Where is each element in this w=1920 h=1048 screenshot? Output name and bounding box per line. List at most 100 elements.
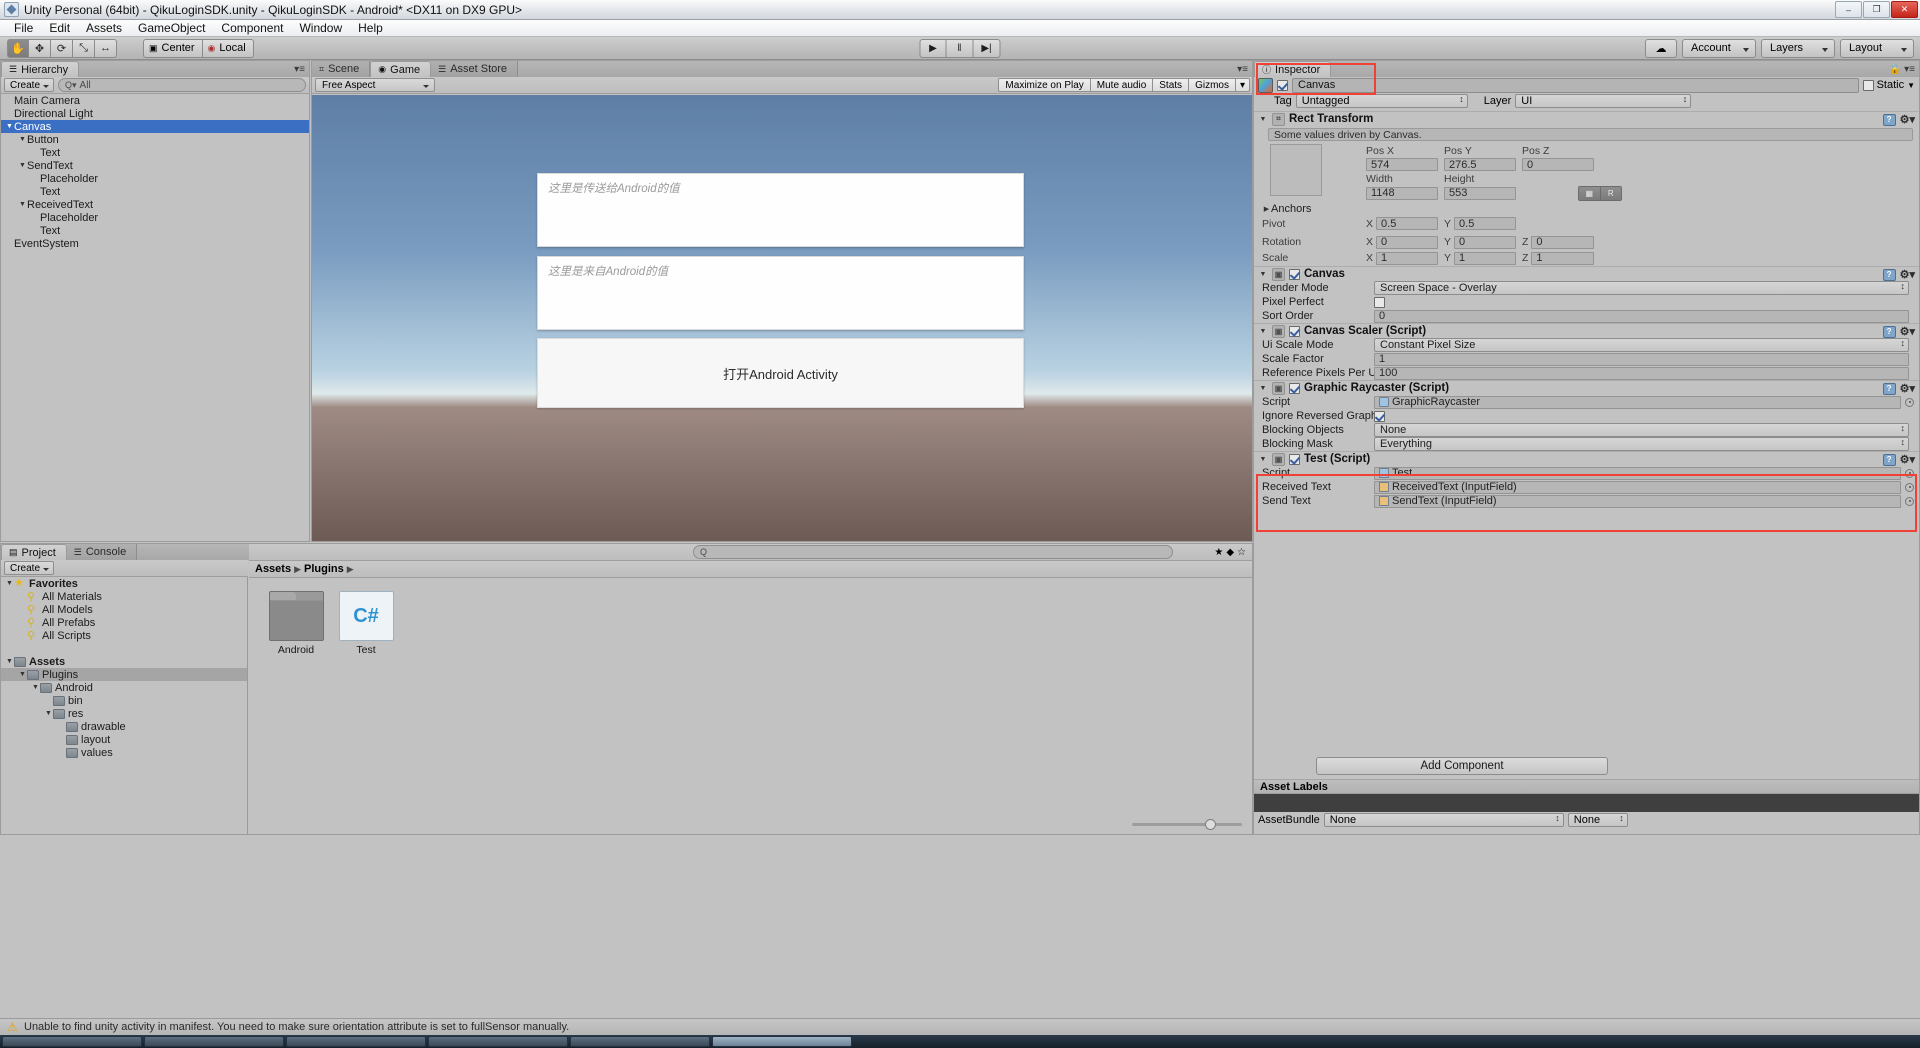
project-tree-item-all-models[interactable]: ⚲ All Models bbox=[1, 603, 247, 616]
taskbar-item[interactable] bbox=[428, 1036, 568, 1047]
tab-scene[interactable]: ⌗ Scene bbox=[312, 61, 371, 77]
hierarchy-item-directional-light[interactable]: Directional Light bbox=[1, 107, 309, 120]
menu-item-window[interactable]: Window bbox=[291, 20, 350, 36]
object-picker-icon[interactable] bbox=[1905, 496, 1914, 506]
component-header-canvas[interactable]: ▼ ▣ Canvas? ⚙▾ bbox=[1254, 266, 1919, 281]
favorites-filter-icon[interactable]: ★ bbox=[1214, 547, 1223, 558]
property-checkbox[interactable] bbox=[1374, 410, 1385, 422]
hierarchy-tree[interactable]: Main Camera Directional Light ▼ Canvas ▼ Butt… bbox=[1, 94, 309, 541]
star-filter-icon[interactable]: ☆ bbox=[1237, 547, 1246, 558]
expand-arrow-icon[interactable]: ▼ bbox=[18, 201, 27, 208]
static-checkbox[interactable] bbox=[1862, 79, 1874, 91]
hierarchy-item-main-camera[interactable]: Main Camera bbox=[1, 94, 309, 107]
project-create-button[interactable]: Create bbox=[4, 561, 55, 575]
aspect-ratio-dropdown[interactable]: Free Aspect bbox=[315, 78, 435, 92]
menu-item-help[interactable]: Help bbox=[350, 20, 391, 36]
static-toggle[interactable]: Static ▼ bbox=[1862, 79, 1915, 91]
taskbar-item-active[interactable] bbox=[712, 1036, 852, 1047]
expand-arrow-icon[interactable]: ▼ bbox=[31, 684, 40, 691]
project-tree-item-all-scripts[interactable]: ⚲ All Scripts bbox=[1, 629, 247, 642]
scale-z-field[interactable]: 1 bbox=[1531, 251, 1594, 265]
hierarchy-item-eventsystem[interactable]: EventSystem bbox=[1, 237, 309, 250]
rotate-tool-icon[interactable]: ⟳ bbox=[51, 38, 73, 58]
expand-arrow-icon[interactable]: ▼ bbox=[5, 580, 14, 587]
inspector-panel-menu-icon[interactable]: 🔒 ▾≡ bbox=[1889, 64, 1915, 75]
expand-arrow-icon[interactable]: ▼ bbox=[5, 658, 14, 665]
asset-labels-area[interactable] bbox=[1254, 794, 1919, 812]
zoom-slider[interactable] bbox=[1132, 819, 1242, 830]
pause-button[interactable]: ‖ bbox=[946, 38, 974, 58]
hierarchy-panel-menu-icon[interactable]: ▾≡ bbox=[294, 64, 305, 75]
component-header-test-script[interactable]: ▼ ▣ Test (Script)? ⚙▾ bbox=[1254, 451, 1919, 466]
gear-icon[interactable]: ⚙▾ bbox=[1900, 382, 1915, 395]
tab-game[interactable]: ◉ Game bbox=[370, 61, 432, 77]
step-button[interactable]: ▶| bbox=[973, 38, 1001, 58]
hierarchy-item-placeholder[interactable]: Placeholder bbox=[1, 172, 309, 185]
maximize-on-play-button[interactable]: Maximize on Play bbox=[998, 78, 1091, 92]
tag-dropdown[interactable]: Untagged bbox=[1295, 93, 1468, 108]
property-field[interactable]: 1 bbox=[1374, 352, 1909, 366]
menu-item-file[interactable]: File bbox=[6, 20, 41, 36]
collapse-arrow-icon[interactable]: ▼ bbox=[1258, 385, 1268, 392]
layout-dropdown[interactable]: Layout bbox=[1840, 38, 1914, 58]
asset-item-test[interactable]: C# Test bbox=[335, 591, 397, 812]
project-tree-item-assets[interactable]: ▼ Assets bbox=[1, 655, 247, 668]
gizmos-dropdown-icon[interactable]: ▾ bbox=[1235, 78, 1250, 92]
blueprint-mode-icon[interactable]: ▦ bbox=[1579, 186, 1600, 200]
anchor-preset-box[interactable] bbox=[1270, 144, 1322, 196]
help-icon[interactable]: ? bbox=[1882, 325, 1896, 338]
hierarchy-item-text[interactable]: Text bbox=[1, 224, 309, 237]
hand-tool-icon[interactable]: ✋ bbox=[7, 38, 29, 58]
pivot-rotation-button[interactable]: ◉ Local bbox=[202, 38, 254, 58]
rotation-z-field[interactable]: 0 bbox=[1531, 235, 1594, 249]
static-dropdown-icon[interactable]: ▼ bbox=[1907, 81, 1915, 90]
hierarchy-item-receivedtext[interactable]: ▼ ReceivedText bbox=[1, 198, 309, 211]
tab-hierarchy[interactable]: ☰ Hierarchy bbox=[1, 61, 80, 77]
taskbar-item[interactable] bbox=[144, 1036, 284, 1047]
component-enabled-checkbox[interactable] bbox=[1289, 382, 1300, 394]
open-android-activity-button[interactable]: 打开Android Activity bbox=[537, 338, 1024, 408]
gizmos-button[interactable]: Gizmos bbox=[1189, 78, 1236, 92]
expand-arrow-icon[interactable]: ▼ bbox=[44, 710, 53, 717]
assetbundle-dropdown[interactable]: None bbox=[1323, 813, 1564, 827]
menu-item-assets[interactable]: Assets bbox=[78, 20, 130, 36]
hierarchy-item-text[interactable]: Text bbox=[1, 146, 309, 159]
object-picker-icon[interactable] bbox=[1905, 482, 1914, 492]
label-filter-icon[interactable]: ◆ bbox=[1226, 547, 1234, 558]
collapse-arrow-icon[interactable]: ▼ bbox=[1258, 271, 1268, 278]
pos-x-field[interactable]: 574 bbox=[1366, 158, 1438, 171]
rect-tool-icon[interactable]: ↔ bbox=[95, 38, 117, 58]
pos-y-field[interactable]: 276.5 bbox=[1444, 158, 1516, 171]
move-tool-icon[interactable]: ✥ bbox=[29, 38, 51, 58]
property-object-field[interactable]: GraphicRaycaster bbox=[1374, 395, 1901, 409]
hierarchy-item-placeholder[interactable]: Placeholder bbox=[1, 211, 309, 224]
tab-project[interactable]: ▤ Project bbox=[1, 544, 67, 560]
component-enabled-checkbox[interactable] bbox=[1289, 325, 1300, 337]
expand-arrow-icon[interactable]: ▼ bbox=[18, 136, 27, 143]
stats-button[interactable]: Stats bbox=[1153, 78, 1190, 92]
collapse-arrow-icon[interactable]: ▼ bbox=[1258, 116, 1268, 123]
game-panel-menu-icon[interactable]: ▾≡ bbox=[1237, 64, 1248, 75]
property-dropdown[interactable]: Constant Pixel Size bbox=[1374, 338, 1909, 352]
property-object-field[interactable]: ReceivedText (InputField) bbox=[1374, 480, 1901, 494]
taskbar-item[interactable] bbox=[570, 1036, 710, 1047]
collapse-arrow-icon[interactable]: ▼ bbox=[1258, 328, 1268, 335]
project-tree-item-all-materials[interactable]: ⚲ All Materials bbox=[1, 590, 247, 603]
property-field[interactable]: 100 bbox=[1374, 366, 1909, 380]
breadcrumb-plugins[interactable]: Plugins bbox=[304, 563, 344, 575]
maximize-button[interactable]: ❐ bbox=[1863, 1, 1890, 18]
project-tree-item-res[interactable]: ▼ res bbox=[1, 707, 247, 720]
tab-console[interactable]: ☰ Console bbox=[66, 544, 138, 560]
zoom-slider-knob[interactable] bbox=[1205, 819, 1216, 830]
gear-icon[interactable]: ⚙▾ bbox=[1900, 453, 1915, 466]
hierarchy-item-text[interactable]: Text bbox=[1, 185, 309, 198]
object-picker-icon[interactable] bbox=[1905, 468, 1914, 478]
component-enabled-checkbox[interactable] bbox=[1289, 268, 1300, 280]
hierarchy-create-button[interactable]: Create bbox=[4, 78, 55, 92]
project-tree-item-drawable[interactable]: drawable bbox=[1, 720, 247, 733]
gameobject-enabled-checkbox[interactable] bbox=[1277, 79, 1288, 91]
property-dropdown[interactable]: Screen Space - Overlay bbox=[1374, 281, 1909, 295]
menu-item-gameobject[interactable]: GameObject bbox=[130, 20, 213, 36]
hierarchy-item-sendtext[interactable]: ▼ SendText bbox=[1, 159, 309, 172]
blueprint-raw-toggle[interactable]: ▦ R bbox=[1578, 185, 1622, 201]
